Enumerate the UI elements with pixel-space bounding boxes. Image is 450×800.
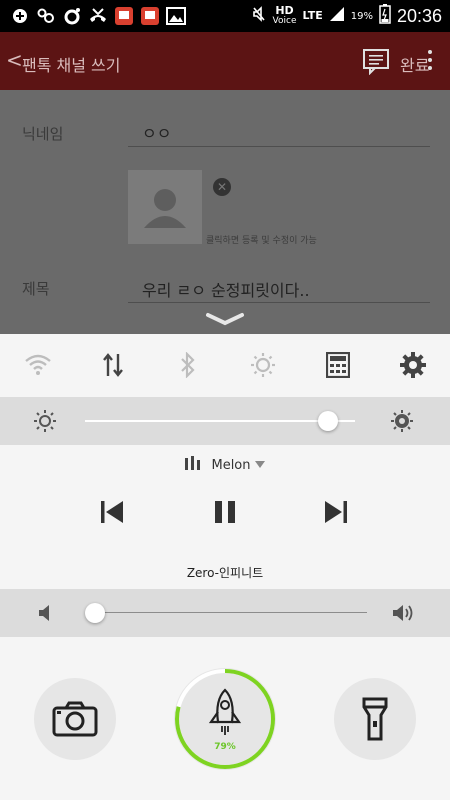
brightness-row bbox=[0, 397, 450, 445]
nickname-field[interactable]: ㅇㅇ bbox=[142, 120, 171, 144]
quick-settings-panel: Melon Zero-인피니트 79% bbox=[0, 334, 450, 800]
player-source[interactable]: Melon bbox=[0, 456, 450, 474]
data-toggle[interactable] bbox=[75, 334, 150, 396]
title-field[interactable]: 우리 ㄹㅇ 순정피릿이다.. bbox=[142, 277, 310, 301]
flashlight-icon bbox=[362, 697, 388, 741]
wifi-toggle[interactable] bbox=[0, 334, 75, 396]
image-caption: 클릭하면 등록 및 수정이 가능 bbox=[206, 236, 317, 246]
volume-slider[interactable] bbox=[95, 612, 367, 613]
memory-boost-button[interactable]: 79% bbox=[174, 668, 276, 770]
gallery-icon bbox=[166, 6, 186, 26]
bluetooth-icon bbox=[180, 352, 195, 378]
title-label: 제목 bbox=[22, 280, 50, 298]
player-controls bbox=[0, 500, 450, 532]
equalizer-icon bbox=[185, 456, 201, 474]
next-track-button[interactable] bbox=[324, 500, 348, 528]
boost-percent: 79% bbox=[214, 742, 236, 752]
more-icon[interactable] bbox=[428, 48, 434, 74]
collapse-handle-icon[interactable] bbox=[205, 312, 245, 326]
bluetooth-toggle[interactable] bbox=[150, 334, 225, 396]
nate-icon bbox=[36, 6, 56, 26]
volume-high-icon bbox=[393, 605, 413, 621]
missed-call-icon bbox=[88, 6, 108, 26]
song-title: Zero-인피니트 bbox=[186, 566, 264, 580]
remove-image-button[interactable]: ✕ bbox=[213, 178, 231, 196]
auto-brightness-icon bbox=[250, 353, 275, 377]
app-bar: < 팬톡 채널 쓰기 완료 bbox=[0, 32, 450, 90]
app-badge-icon bbox=[140, 6, 160, 26]
mute-icon bbox=[251, 6, 267, 26]
settings-button[interactable] bbox=[375, 334, 450, 396]
dropdown-arrow-icon bbox=[254, 458, 265, 473]
next-icon bbox=[325, 501, 347, 523]
brightness-low-icon bbox=[34, 410, 56, 432]
volume-low-icon bbox=[39, 605, 49, 621]
pause-button[interactable] bbox=[214, 500, 236, 528]
battery-percent: 19% bbox=[350, 10, 373, 22]
wifi-icon bbox=[24, 354, 51, 375]
pause-icon bbox=[215, 501, 235, 523]
nickname-underline bbox=[128, 146, 430, 147]
back-button[interactable]: < bbox=[6, 48, 23, 72]
flashlight-shortcut[interactable] bbox=[334, 678, 416, 760]
signal-icon bbox=[329, 6, 345, 26]
camera-shortcut[interactable] bbox=[34, 678, 116, 760]
settings-icon bbox=[399, 352, 426, 378]
calculator-button[interactable] bbox=[300, 334, 375, 396]
done-button[interactable]: 완료 bbox=[400, 52, 429, 76]
brightness-slider-thumb[interactable] bbox=[318, 411, 338, 431]
auto-brightness-toggle[interactable] bbox=[225, 334, 300, 396]
previous-track-button[interactable] bbox=[100, 500, 124, 528]
title-underline bbox=[128, 302, 430, 303]
post-form: 닉네임 ㅇㅇ ✕ 클릭하면 등록 및 수정이 가능 제목 우리 ㄹㅇ 순정피릿이… bbox=[0, 90, 450, 334]
status-time: 20:36 bbox=[396, 5, 442, 26]
previous-icon bbox=[101, 501, 123, 523]
network-indicator: LTE bbox=[302, 9, 323, 22]
calculator-icon bbox=[325, 352, 350, 378]
avatar-placeholder-icon bbox=[144, 189, 186, 228]
rocket-icon bbox=[208, 688, 242, 735]
nickname-label: 닉네임 bbox=[22, 125, 64, 143]
camera-icon bbox=[52, 701, 98, 737]
notification-icons bbox=[10, 5, 186, 27]
image-upload[interactable] bbox=[128, 170, 202, 244]
plus-icon bbox=[10, 6, 30, 26]
data-icon bbox=[102, 353, 123, 377]
volume-row bbox=[0, 589, 450, 637]
brightness-high-icon bbox=[391, 410, 413, 432]
status-bar: HD Voice LTE 19% 20:36 bbox=[0, 0, 450, 32]
volume-slider-thumb[interactable] bbox=[85, 603, 105, 623]
player-app-name: Melon bbox=[211, 457, 251, 473]
hd-voice-indicator: HD Voice bbox=[272, 4, 297, 26]
battery-icon bbox=[379, 4, 391, 28]
page-title: 팬톡 채널 쓰기 bbox=[22, 56, 121, 75]
app-badge-icon bbox=[114, 6, 134, 26]
ring-icon bbox=[62, 6, 82, 26]
message-icon[interactable] bbox=[362, 47, 390, 79]
toggle-row bbox=[0, 334, 450, 396]
brightness-slider[interactable] bbox=[85, 420, 355, 422]
